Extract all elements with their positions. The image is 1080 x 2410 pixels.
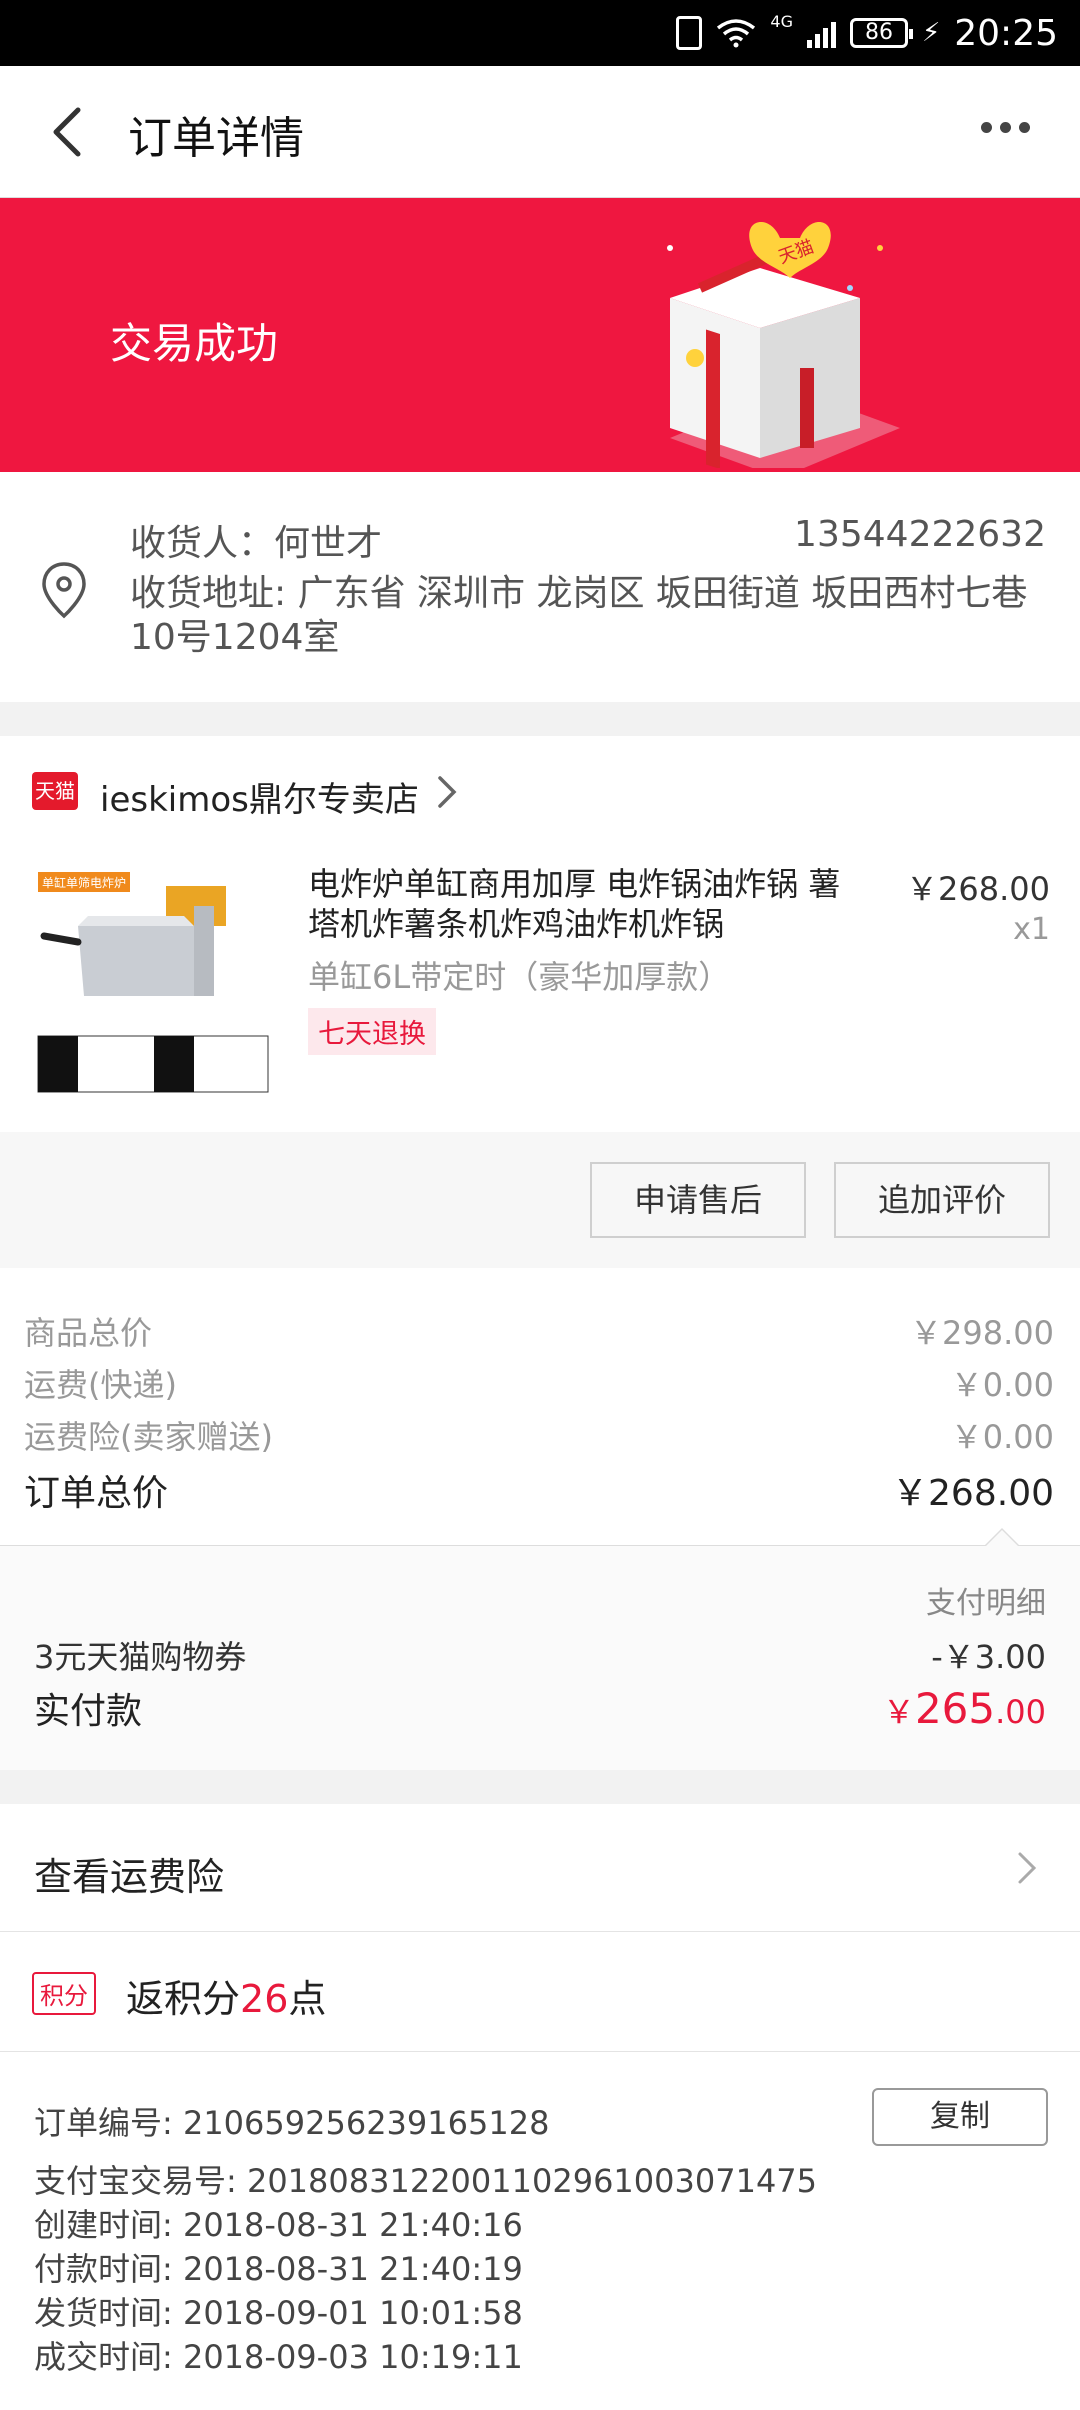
paid-label: 实付款 (34, 1691, 143, 1732)
insurance-row: 运费险(卖家赠送) ￥0.00 (24, 1412, 1054, 1458)
more-menu-icon[interactable] (981, 122, 1030, 133)
charging-icon: ⚡ (921, 18, 941, 48)
gift-box-illustration: 天猫 (667, 221, 900, 468)
status-bar: 4G 86 ⚡ 20:25 (0, 0, 1080, 66)
return-policy-badge: 七天退换 (308, 1008, 436, 1055)
coupon-label: 3元天猫购物券 (34, 1638, 247, 1676)
copy-button[interactable]: 复制 (872, 2088, 1048, 2146)
paid-time: 付款时间: 2018-08-31 21:40:19 (34, 2250, 523, 2288)
order-status-text: 交易成功 (110, 319, 279, 368)
back-arrow-icon[interactable] (40, 102, 100, 162)
order-total-label: 订单总价 (24, 1473, 169, 1514)
vibrate-icon (676, 16, 703, 50)
order-number: 订单编号: 210659256239165128 (34, 2104, 550, 2142)
shipping-address-section[interactable]: 收货人：何世才 13544222632 收货地址: 广东省 深圳市 龙岗区 坂田… (0, 472, 1080, 702)
chevron-right-icon (1018, 1852, 1037, 1884)
after-sale-button[interactable]: 申请售后 (590, 1162, 806, 1238)
shipping-row: 运费(快递) ￥0.00 (24, 1360, 1054, 1406)
add-review-button[interactable]: 追加评价 (834, 1162, 1050, 1238)
order-actions: 申请售后 追加评价 (0, 1132, 1080, 1268)
shipping-value: ￥0.00 (950, 1366, 1054, 1404)
product-title[interactable]: 电炸炉单缸商用加厚 电炸锅油炸锅 薯塔机炸薯条机炸鸡油炸机炸锅 (308, 864, 868, 944)
paid-amount-main: 265 (914, 1684, 996, 1733)
chevron-right-icon[interactable] (430, 772, 464, 812)
shipping-label: 运费(快递) (24, 1366, 177, 1404)
product-price: ￥268.00 (906, 870, 1050, 908)
battery-icon: 86 (849, 18, 913, 48)
insurance-value: ￥0.00 (950, 1418, 1054, 1456)
view-insurance-row[interactable]: 查看运费险 (0, 1804, 1080, 1932)
completed-time: 成交时间: 2018-09-03 10:19:11 (34, 2338, 523, 2376)
nav-bar: 订单详情 (0, 66, 1080, 198)
shipped-time: 发货时间: 2018-09-01 10:01:58 (34, 2294, 523, 2332)
points-suffix: 点 (288, 1977, 327, 2021)
paid-row: 实付款 ￥265.00 (34, 1682, 1046, 1734)
insurance-label: 运费险(卖家赠送) (24, 1418, 273, 1456)
product-quantity: x1 (1013, 912, 1050, 947)
product-spec: 单缸6L带定时（豪华加厚款） (308, 958, 731, 996)
shop-name[interactable]: ieskimos鼎尔专卖店 (100, 772, 419, 821)
points-badge: 积分 (32, 1972, 96, 2015)
page-title: 订单详情 (128, 113, 304, 164)
consignee-phone: 13544222632 (794, 514, 1046, 555)
payment-detail-label: 支付明细 (926, 1586, 1046, 1621)
goods-total-row: 商品总价 ￥298.00 (24, 1308, 1054, 1354)
consignee-name: 收货人：何世才 (130, 523, 383, 564)
price-summary: 商品总价 ￥298.00 运费(快递) ￥0.00 运费险(卖家赠送) ￥0.0… (0, 1268, 1080, 1546)
points-text: 返积分26点 (126, 1968, 326, 2023)
coupon-value: -￥3.00 (931, 1638, 1046, 1676)
status-icons: 4G 86 ⚡ 20:25 (676, 0, 1058, 66)
network-type: 4G (770, 11, 793, 31)
tmall-icon: 天猫 (32, 772, 78, 810)
goods-total-label: 商品总价 (24, 1314, 153, 1352)
goods-total-value: ￥298.00 (910, 1314, 1054, 1352)
points-row: 积分 返积分26点 (0, 1932, 1080, 2052)
paid-amount-decimal: .00 (995, 1693, 1046, 1731)
location-pin-icon (42, 562, 86, 619)
wifi-icon (717, 19, 756, 48)
product-image[interactable]: 单缸单筛电炸炉 (34, 866, 274, 1096)
paid-currency: ￥ (882, 1693, 915, 1731)
paid-amount: ￥265.00 (883, 1684, 1046, 1733)
view-insurance-label: 查看运费险 (34, 1855, 225, 1899)
alipay-trade-number: 支付宝交易号: 2018083122001102961003071475 (34, 2162, 818, 2200)
points-value: 26 (240, 1977, 289, 2021)
created-time: 创建时间: 2018-08-31 21:40:16 (34, 2206, 523, 2244)
product-image-label: 单缸单筛电炸炉 (42, 875, 126, 890)
order-info: 订单编号: 210659256239165128 复制 支付宝交易号: 2018… (0, 2052, 1080, 2410)
order-status-banner: 交易成功 天猫 (0, 198, 1080, 472)
delivery-address: 收货地址: 广东省 深圳市 龙岗区 坂田街道 坂田西村七巷10号1204室 (130, 573, 1028, 658)
signal-icon (806, 18, 836, 48)
caret-up-icon (984, 1528, 1020, 1547)
points-prefix: 返积分 (126, 1977, 241, 2021)
shop-order-card: 天猫 ieskimos鼎尔专卖店 单缸单筛电炸炉 电炸炉单缸商用加厚 电炸锅油炸… (0, 736, 1080, 1268)
clock: 20:25 (954, 12, 1058, 54)
order-total-row: 订单总价 ￥268.00 (24, 1464, 1054, 1516)
order-total-value: ￥268.00 (892, 1473, 1054, 1514)
payment-detail: 支付明细 3元天猫购物券 -￥3.00 实付款 ￥265.00 (0, 1528, 1080, 1770)
coupon-row: 3元天猫购物券 -￥3.00 (34, 1632, 1046, 1678)
